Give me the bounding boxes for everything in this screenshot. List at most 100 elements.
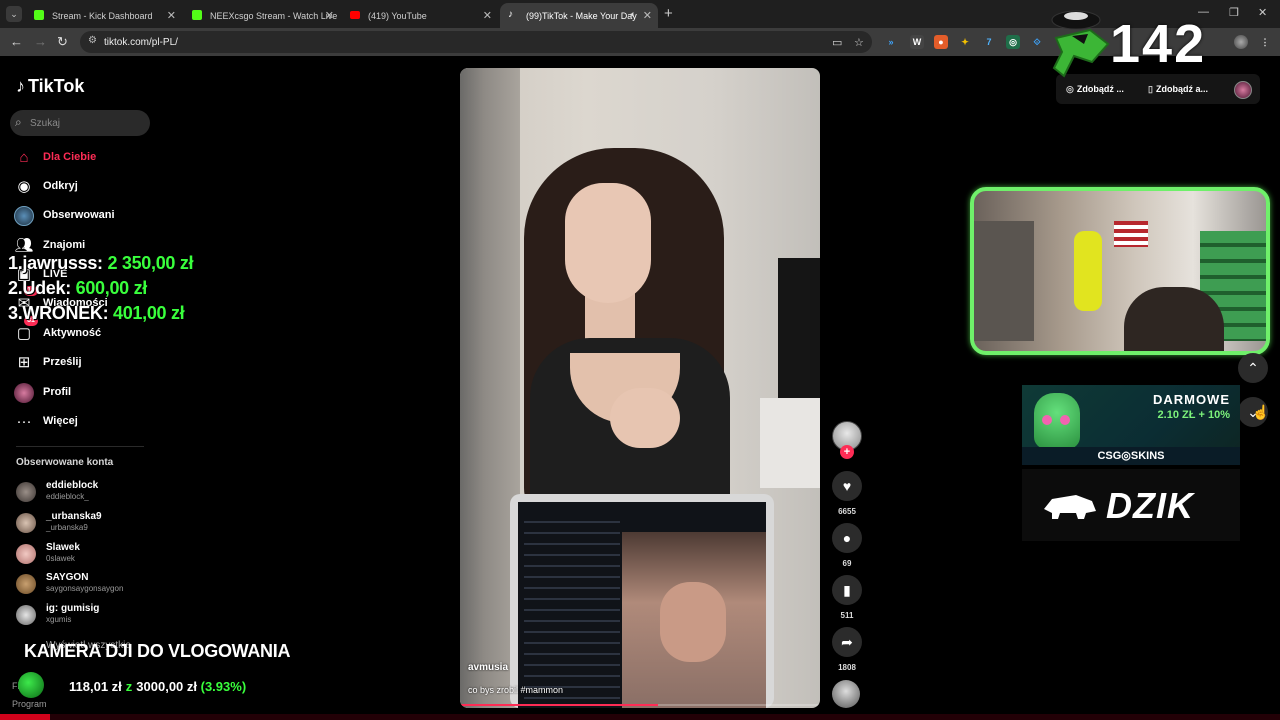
mascot-eye xyxy=(1060,415,1070,425)
webcam-scene xyxy=(974,221,1034,341)
overlay-counter: 142 xyxy=(1110,14,1207,74)
search-input[interactable]: ⌕ Szukaj xyxy=(10,110,150,136)
avatar xyxy=(16,513,36,533)
heart-icon: ♥ xyxy=(842,478,852,494)
mascot-icon xyxy=(1034,393,1080,449)
video-scene xyxy=(565,183,651,303)
close-icon[interactable]: ✕ xyxy=(643,9,652,22)
footer-link-program[interactable]: Program xyxy=(12,699,47,709)
youtube-icon xyxy=(350,11,360,19)
account-name: eddieblock xyxy=(46,480,99,491)
reload-icon[interactable]: ↻ xyxy=(57,34,68,50)
video-caption: co bys zrobil #mammon xyxy=(468,685,564,695)
donor-leaderboard-row: 2.Udek: 600,00 zł xyxy=(8,278,147,299)
extension-icon[interactable]: » xyxy=(884,35,898,49)
video-scene xyxy=(760,398,820,488)
extension-icon[interactable]: W xyxy=(910,35,924,49)
comment-icon: ● xyxy=(842,530,852,546)
video-username[interactable]: avmusia xyxy=(468,662,508,673)
new-tab-icon[interactable]: + xyxy=(664,5,673,22)
save-button[interactable]: ▮ xyxy=(832,575,862,605)
tab-title: NEEXcsgo Stream - Watch Live xyxy=(210,11,338,21)
donor-leaderboard-row: 3.WRONEK: 401,00 zł xyxy=(8,303,185,324)
url-text: tiktok.com/pl-PL/ xyxy=(104,37,178,48)
home-icon: ⌂ xyxy=(19,149,29,166)
browser-menu-icon[interactable]: ⋮ xyxy=(1258,35,1272,49)
forward-icon[interactable]: → xyxy=(34,34,47,49)
get-app-button[interactable]: ▯ Zdobądź a... xyxy=(1148,78,1208,100)
video-player[interactable]: avmusia co bys zrobil #mammon xyxy=(460,68,820,708)
coin-icon: ◎ xyxy=(1066,84,1074,94)
follow-plus-icon[interactable]: + xyxy=(840,445,854,459)
get-button-label: Zdobądź ... xyxy=(1076,84,1124,94)
followed-account[interactable]: ig: gumisig xgumis xyxy=(16,603,156,627)
profile-avatar-icon[interactable] xyxy=(1234,35,1248,49)
video-tablet xyxy=(510,494,774,708)
mascot-eye xyxy=(1042,415,1052,425)
user-avatar[interactable] xyxy=(1234,81,1252,99)
tab-search-icon[interactable]: ⌄ xyxy=(6,6,22,22)
like-button[interactable]: ♥ xyxy=(832,471,862,501)
donor-name: 3.WRONEK: xyxy=(8,303,109,323)
extension-icon[interactable]: ◎ xyxy=(1006,35,1020,49)
sidebar-divider xyxy=(16,446,144,447)
url-input[interactable]: ⚙ tiktok.com/pl-PL/ ▭ ☆ xyxy=(80,31,872,53)
nav-label: Prześlij xyxy=(43,356,82,368)
nav-label: Aktywność xyxy=(43,327,102,339)
more-icon: ··· xyxy=(16,413,32,430)
comment-button[interactable]: ● xyxy=(832,523,862,553)
extension-icon[interactable]: ● xyxy=(934,35,948,49)
share-button[interactable]: ➦ xyxy=(832,627,862,657)
tiktok-icon: ♪ xyxy=(16,76,25,96)
goal-current: 118,01 zł xyxy=(69,679,122,694)
back-icon[interactable]: ← xyxy=(10,34,23,49)
browser-tab-kick-dashboard[interactable]: Stream - Kick Dashboard ✕ xyxy=(26,3,182,28)
maximize-icon[interactable]: ❐ xyxy=(1229,6,1239,19)
video-scene xyxy=(778,258,820,408)
browser-tab-neexcsgo[interactable]: NEEXcsgo Stream - Watch Live ✕ xyxy=(184,3,340,28)
save-count: 511 xyxy=(840,611,854,620)
followed-accounts-title: Obserwowane konta xyxy=(16,457,114,468)
close-icon[interactable]: ✕ xyxy=(167,9,176,22)
browser-tab-youtube[interactable]: (419) YouTube ✕ xyxy=(342,3,498,28)
profile-avatar-icon xyxy=(14,383,34,403)
extension-icon[interactable]: ✦ xyxy=(958,35,972,49)
chevron-up-icon: ⌃ xyxy=(1247,360,1259,376)
nav-label: Dla Ciebie xyxy=(43,151,97,163)
account-handle: 0slawek xyxy=(46,554,75,563)
speaker-icon[interactable]: 🔈︎ xyxy=(631,9,636,20)
bookmark-star-icon[interactable]: ☆ xyxy=(854,36,864,49)
csgoskins-promo-banner[interactable]: DARMOWE 2.10 ZŁ + 10% CSG◎SKINS xyxy=(1022,385,1240,465)
tiktok-logo[interactable]: ♪ TikTok xyxy=(16,76,84,97)
sound-disc-avatar[interactable] xyxy=(832,680,860,708)
followed-account[interactable]: SAYGON saygonsaygonsaygon xyxy=(16,572,156,596)
close-icon[interactable]: ✕ xyxy=(325,9,334,22)
account-handle: _urbanska9 xyxy=(46,523,88,532)
search-placeholder: Szukaj xyxy=(30,118,61,129)
window-close-icon[interactable]: ✕ xyxy=(1258,6,1267,19)
followed-account[interactable]: _urbanska9 _urbanska9 xyxy=(16,511,156,535)
phone-icon: ▯ xyxy=(1148,84,1153,94)
site-info-icon[interactable]: ⚙ xyxy=(88,35,97,46)
get-button-label: Zdobądź a... xyxy=(1155,84,1208,94)
extension-icon[interactable]: 7 xyxy=(982,35,996,49)
compass-icon: ◉ xyxy=(17,178,31,195)
close-icon[interactable]: ✕ xyxy=(483,9,492,22)
extension-icon[interactable]: ⟐ xyxy=(1030,35,1044,49)
goal-orb-icon xyxy=(18,672,44,698)
followed-account[interactable]: Slawek 0slawek xyxy=(16,542,156,566)
account-handle: xgumis xyxy=(46,615,72,624)
cast-icon[interactable]: ▭ xyxy=(832,36,842,49)
followed-account[interactable]: eddieblock eddieblock_ xyxy=(16,480,156,504)
tablet-screen xyxy=(518,502,766,708)
hat-mascot-icon xyxy=(1051,10,1110,78)
video-progress-bar[interactable] xyxy=(460,704,820,706)
browser-tab-tiktok[interactable]: ♪ (99)TikTok - Make Your Day 🔈︎ ✕ xyxy=(500,3,658,28)
hand-cursor-icon: ☝ xyxy=(1252,404,1270,420)
dzik-sponsor-banner[interactable]: DZIK xyxy=(1022,469,1240,541)
kick-icon xyxy=(192,10,202,20)
tablet-webcam xyxy=(660,582,726,662)
previous-video-button[interactable]: ⌃ xyxy=(1238,353,1268,383)
donation-goal-bar-fill xyxy=(0,714,51,720)
search-icon: ⌕ xyxy=(15,115,22,129)
